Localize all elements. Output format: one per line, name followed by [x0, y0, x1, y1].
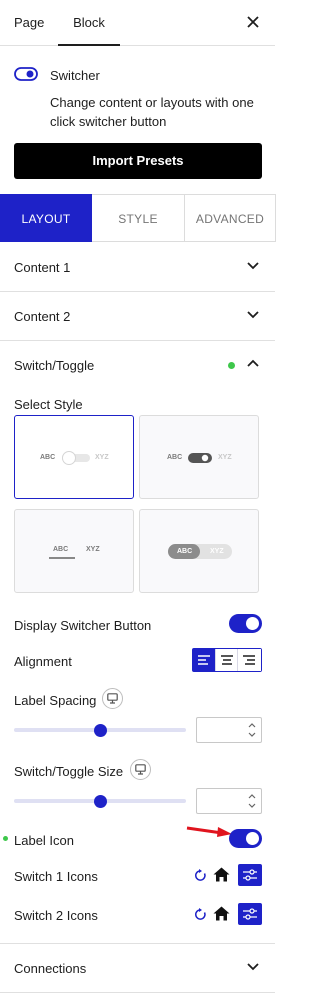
- chevron-down-icon[interactable]: [248, 732, 256, 738]
- style-option-3[interactable]: ABC XYZ: [14, 509, 134, 593]
- panel-switch-toggle-label: Switch/Toggle: [14, 358, 95, 373]
- align-left-icon: [198, 655, 210, 665]
- status-dot: [228, 362, 235, 369]
- home-icon: [213, 867, 230, 882]
- align-center-button[interactable]: [215, 649, 239, 671]
- panel-switch-toggle[interactable]: Switch/Toggle: [0, 341, 275, 390]
- chevron-up-icon[interactable]: [248, 722, 256, 728]
- align-left-button[interactable]: [193, 649, 216, 671]
- chevron-up-icon: [247, 359, 259, 367]
- switcher-icon: [14, 67, 38, 81]
- style-option-1-left-label: ABC: [40, 454, 56, 461]
- panel-content-2-label: Content 2: [14, 309, 71, 324]
- style-option-4[interactable]: ABC XYZ: [139, 509, 259, 593]
- style-option-4-right-label: XYZ: [210, 548, 224, 555]
- status-dot: [3, 836, 8, 841]
- style-option-2-left-label: ABC: [167, 454, 183, 461]
- responsive-toggle[interactable]: [102, 688, 123, 709]
- chevron-down-icon[interactable]: [248, 803, 256, 809]
- display-switcher-toggle[interactable]: [229, 614, 262, 633]
- label-icon-toggle[interactable]: [229, 829, 262, 848]
- label-icon-label: Label Icon: [14, 833, 74, 848]
- tab-advanced[interactable]: ADVANCED: [184, 194, 276, 242]
- panel-connections[interactable]: Connections: [0, 944, 275, 993]
- style-option-4-left-label: ABC: [177, 548, 193, 555]
- responsive-toggle[interactable]: [130, 759, 151, 780]
- close-icon[interactable]: [245, 14, 261, 30]
- tab-style[interactable]: STYLE: [92, 194, 185, 242]
- tab-block[interactable]: Block: [58, 0, 120, 46]
- alignment-control: [192, 648, 262, 672]
- label-spacing-input[interactable]: [196, 717, 262, 743]
- alignment-label: Alignment: [14, 654, 72, 669]
- chevron-up-icon[interactable]: [248, 793, 256, 799]
- label-spacing-label: Label Spacing: [14, 693, 97, 708]
- desktop-icon: [107, 693, 118, 704]
- label-spacing-slider-thumb[interactable]: [94, 724, 107, 737]
- style-option-2[interactable]: ABC XYZ: [139, 415, 259, 499]
- import-presets-button[interactable]: Import Presets: [14, 143, 262, 179]
- switch1-icons-label: Switch 1 Icons: [14, 869, 98, 884]
- block-title: Switcher: [50, 68, 100, 83]
- desktop-icon: [135, 764, 146, 775]
- chevron-down-icon: [247, 311, 259, 319]
- sliders-icon: [243, 908, 257, 920]
- reset-icon[interactable]: [194, 869, 207, 882]
- chevron-down-icon: [247, 963, 259, 971]
- style-option-1-right-label: XYZ: [95, 454, 109, 461]
- panel-connections-label: Connections: [14, 961, 87, 976]
- home-icon: [213, 906, 230, 921]
- tab-layout[interactable]: LAYOUT: [0, 194, 92, 242]
- reset-icon[interactable]: [194, 908, 207, 921]
- style-option-3-right-label: XYZ: [86, 546, 100, 553]
- display-switcher-label: Display Switcher Button: [14, 618, 152, 633]
- tab-page[interactable]: Page: [14, 0, 44, 46]
- annotation-arrow-icon: [186, 826, 232, 837]
- align-center-icon: [220, 655, 233, 665]
- block-description: Change content or layouts with one click…: [50, 95, 254, 129]
- switch1-icon-settings-button[interactable]: [238, 864, 262, 886]
- style-option-2-right-label: XYZ: [218, 454, 232, 461]
- inspector-tabs: LAYOUT STYLE ADVANCED: [0, 194, 276, 242]
- sliders-icon: [243, 869, 257, 881]
- panel-content-1[interactable]: Content 1: [0, 243, 275, 292]
- panel-content-2[interactable]: Content 2: [0, 292, 275, 341]
- panel-content-1-label: Content 1: [14, 260, 71, 275]
- switch2-icons-label: Switch 2 Icons: [14, 908, 98, 923]
- underline-indicator: [49, 557, 75, 559]
- switch-size-slider-thumb[interactable]: [94, 795, 107, 808]
- sidebar-header: Page Block: [0, 0, 275, 46]
- toggle-preview-icon: [188, 453, 212, 463]
- style-option-3-left-label: ABC: [53, 546, 69, 553]
- chevron-down-icon: [247, 262, 259, 270]
- align-right-button[interactable]: [238, 649, 261, 671]
- select-style-label: Select Style: [14, 397, 83, 412]
- switch2-icon-settings-button[interactable]: [238, 903, 262, 925]
- switch-size-input[interactable]: [196, 788, 262, 814]
- toggle-preview-icon: [62, 451, 90, 465]
- align-right-icon: [243, 655, 256, 665]
- switch-size-label: Switch/Toggle Size: [14, 764, 124, 779]
- style-option-1[interactable]: ABC XYZ: [14, 415, 134, 499]
